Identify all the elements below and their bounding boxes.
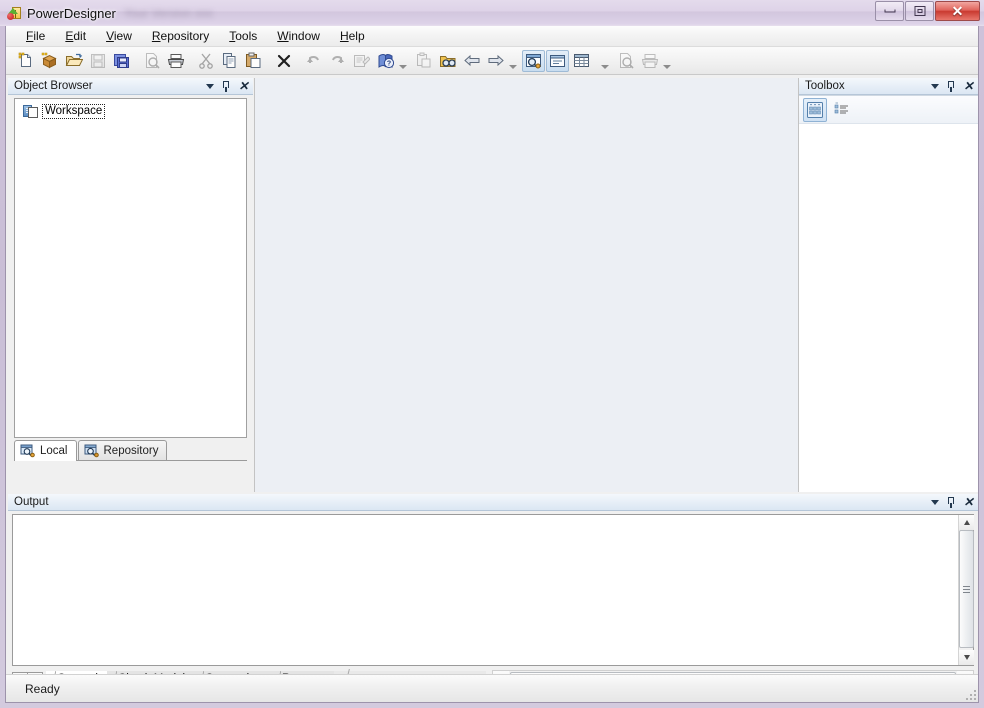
toolbar-overflow-3[interactable]: [600, 50, 609, 72]
paste-icon[interactable]: [242, 50, 265, 72]
repository-icon: [84, 444, 100, 458]
properties-icon: [350, 50, 373, 72]
local-icon: [20, 444, 36, 458]
tab-local[interactable]: Local: [14, 440, 77, 461]
window-title: PowerDesigner: [27, 5, 116, 21]
save-icon: [86, 50, 109, 72]
tab-local-label: Local: [40, 445, 68, 457]
object-browser-title-bar: Object Browser ✕: [8, 78, 253, 95]
close-icon: ✕: [951, 3, 964, 19]
help-icon[interactable]: ?: [374, 50, 397, 72]
object-browser-panel: Object Browser ✕ Workspace Local Reposit…: [8, 78, 253, 492]
restore-button[interactable]: [905, 1, 934, 21]
print-icon[interactable]: [164, 50, 187, 72]
menu-item-repository[interactable]: Repository: [142, 27, 219, 45]
object-browser-tree[interactable]: Workspace: [14, 98, 247, 438]
menu-item-window[interactable]: Window: [267, 27, 330, 45]
minimize-button[interactable]: [875, 1, 904, 21]
toolbox-title-bar: Toolbox ✕: [799, 78, 978, 95]
next-icon[interactable]: [484, 50, 507, 72]
pin-icon[interactable]: [944, 495, 959, 510]
tab-repository-label: Repository: [103, 444, 159, 457]
toolbox-body: [799, 95, 978, 492]
paste-special-icon: [412, 50, 435, 72]
scroll-grip-icon: [963, 584, 970, 595]
output-panel: Output ✕: [8, 494, 978, 698]
main-toolbar: ?: [6, 47, 978, 75]
previous-icon[interactable]: [460, 50, 483, 72]
resize-grip-icon[interactable]: [963, 687, 976, 700]
pin-icon[interactable]: [219, 79, 234, 94]
save-all-icon[interactable]: [110, 50, 133, 72]
workspace-icon: [23, 104, 39, 119]
list-view-icon[interactable]: [830, 98, 854, 122]
page-setup-icon: [614, 50, 637, 72]
toolbox-title: Toolbox: [805, 80, 845, 92]
copy-icon[interactable]: [218, 50, 241, 72]
toolbar-overflow-4[interactable]: [662, 50, 671, 72]
grid-view-icon[interactable]: [803, 97, 827, 122]
powerdesigner-icon: [6, 5, 22, 21]
output-title: Output: [14, 496, 49, 508]
print-model-icon: [638, 50, 661, 72]
toolbar-overflow-2[interactable]: [508, 50, 517, 72]
svg-text:?: ?: [387, 61, 391, 68]
toolbox-panel: Toolbox ✕: [799, 78, 978, 492]
tab-repository[interactable]: Repository: [77, 440, 168, 460]
close-icon[interactable]: ✕: [961, 79, 976, 94]
toolbar-overflow-1[interactable]: [398, 50, 407, 72]
new-package-icon[interactable]: [38, 50, 61, 72]
undo-icon: [302, 50, 325, 72]
title-bar: PowerDesigner Your Version xxx ✕: [0, 0, 984, 26]
client-area: File Edit View Repository Tools Window H…: [5, 26, 979, 703]
window-controls: ✕: [874, 1, 980, 21]
menu-item-help[interactable]: Help: [330, 27, 375, 45]
tree-item-workspace[interactable]: Workspace: [23, 103, 246, 120]
vertical-scroll-thumb[interactable]: [959, 530, 974, 648]
new-model-icon[interactable]: [14, 50, 37, 72]
menu-item-tools[interactable]: Tools: [219, 27, 267, 45]
scroll-up-button[interactable]: [959, 515, 974, 530]
toggle-object-browser-icon[interactable]: [522, 49, 545, 72]
powerdesigner-window: PowerDesigner Your Version xxx ✕ File Ed…: [0, 0, 984, 708]
find-objects-icon[interactable]: [436, 50, 459, 72]
pin-icon[interactable]: [944, 79, 959, 94]
open-model-icon[interactable]: [62, 50, 85, 72]
output-vertical-scrollbar[interactable]: [958, 515, 974, 665]
tree-item-label: Workspace: [42, 104, 106, 119]
close-icon[interactable]: ✕: [961, 495, 976, 510]
object-browser-tabs: Local Repository: [14, 440, 247, 461]
toolbox-view-strip: [799, 96, 978, 124]
mdi-workspace-area[interactable]: [254, 78, 799, 492]
menu-item-file[interactable]: File: [16, 27, 55, 45]
close-button[interactable]: ✕: [935, 1, 980, 21]
menu-item-edit[interactable]: Edit: [55, 27, 96, 45]
redo-icon: [326, 50, 349, 72]
window-subtitle-redacted: Your Version xxx: [123, 6, 213, 20]
object-browser-title: Object Browser: [14, 80, 93, 92]
close-icon[interactable]: ✕: [236, 79, 251, 94]
chevron-down-icon[interactable]: [927, 495, 942, 510]
cut-icon: [194, 50, 217, 72]
menu-bar: File Edit View Repository Tools Window H…: [6, 26, 978, 47]
delete-icon[interactable]: [272, 50, 295, 72]
chevron-down-icon[interactable]: [202, 79, 217, 94]
scroll-down-button[interactable]: [959, 650, 974, 665]
status-bar: Ready: [6, 674, 978, 702]
toggle-result-list-icon[interactable]: [570, 50, 593, 72]
chevron-down-icon[interactable]: [927, 79, 942, 94]
menu-item-view[interactable]: View: [96, 27, 142, 45]
toggle-output-window-icon[interactable]: [546, 49, 569, 72]
status-message: Ready: [25, 681, 60, 696]
output-title-bar: Output ✕: [8, 494, 978, 511]
print-preview-icon: [140, 50, 163, 72]
output-text-area[interactable]: [12, 514, 974, 666]
